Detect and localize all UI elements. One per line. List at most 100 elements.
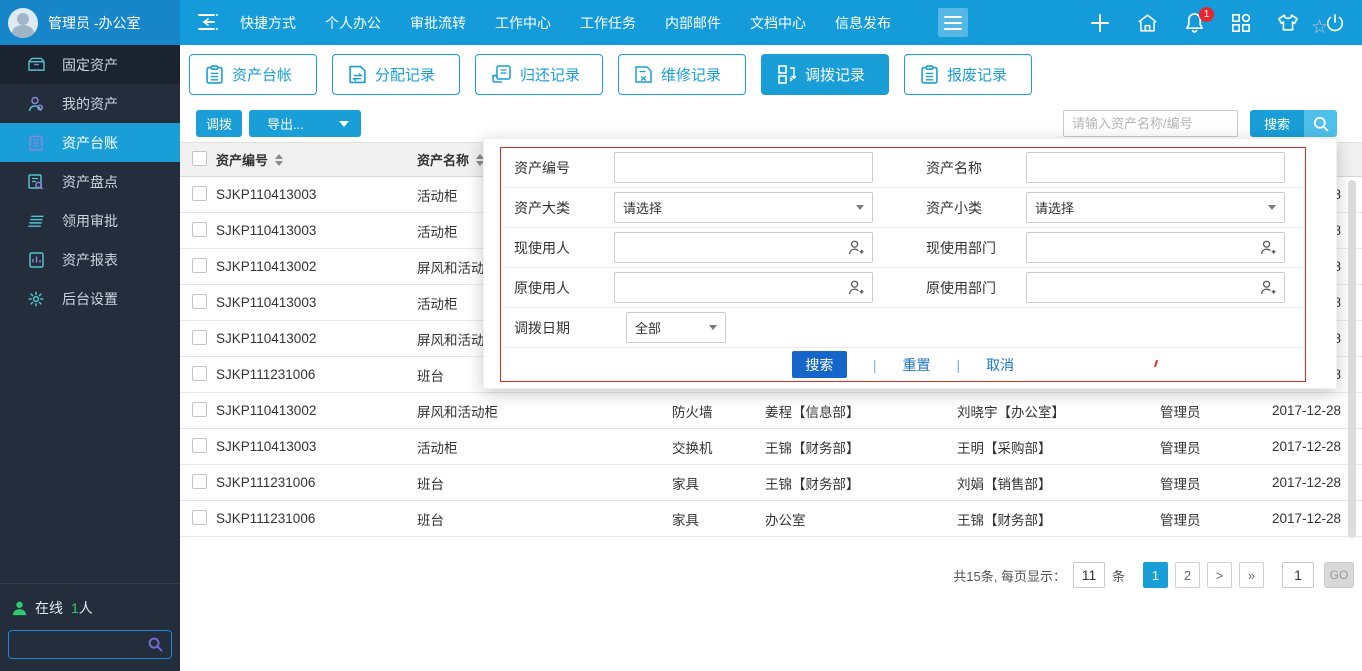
row-checkbox[interactable] xyxy=(192,294,207,309)
cell-original-user: 姜程【信息部】 xyxy=(765,401,957,421)
sidebar-item-requisition-approval[interactable]: 领用审批 xyxy=(0,201,180,240)
row-checkbox[interactable] xyxy=(192,510,207,525)
collapse-menu-icon[interactable] xyxy=(196,11,220,33)
modal-reset-button[interactable]: 重置 xyxy=(903,355,931,375)
cell-asset-name: 班台 xyxy=(417,473,672,493)
asset-name-field[interactable] xyxy=(1026,152,1285,183)
tab-repair-records[interactable]: 维修记录 xyxy=(618,54,746,95)
current-user-field[interactable] xyxy=(614,232,873,263)
user-avatar[interactable] xyxy=(8,8,38,38)
col-header-asset-code[interactable]: 资产编号 xyxy=(216,150,268,169)
go-button[interactable]: GO xyxy=(1324,562,1354,588)
tab-asset-ledger[interactable]: 资产台帐 xyxy=(189,54,317,95)
row-checkbox[interactable] xyxy=(192,330,207,345)
topbar-user-area[interactable]: 管理员 -办公室 xyxy=(0,0,180,45)
original-dept-input[interactable] xyxy=(1035,280,1260,295)
person-add-icon[interactable] xyxy=(1260,280,1276,295)
next-page-button[interactable]: > xyxy=(1207,562,1232,588)
tab-transfer-records[interactable]: 调拨记录 xyxy=(761,54,889,95)
row-checkbox[interactable] xyxy=(192,258,207,273)
transfer-button[interactable]: 调拨 xyxy=(196,110,242,137)
page-button-2[interactable]: 2 xyxy=(1175,562,1200,588)
person-icon xyxy=(27,95,45,113)
apps-icon[interactable] xyxy=(1230,12,1252,34)
plus-icon[interactable] xyxy=(1089,12,1111,34)
modal-cancel-button[interactable]: 取消 xyxy=(986,355,1014,375)
page-button-1[interactable]: 1 xyxy=(1143,562,1168,588)
row-checkbox[interactable] xyxy=(192,222,207,237)
current-dept-field[interactable] xyxy=(1026,232,1285,263)
shirt-icon[interactable] xyxy=(1277,12,1299,34)
home-icon[interactable] xyxy=(1136,12,1158,34)
chevron-down-icon xyxy=(1268,205,1276,210)
export-dropdown-button[interactable]: 导出... xyxy=(249,110,361,137)
original-user-input[interactable] xyxy=(623,280,848,295)
sidebar-item-fixed-assets[interactable]: 固定资产 xyxy=(0,45,180,84)
tab-label: 资产台帐 xyxy=(232,64,292,85)
nav-item-personal-office[interactable]: 个人办公 xyxy=(325,13,381,33)
sidebar-item-asset-inventory[interactable]: 资产盘点 xyxy=(0,162,180,201)
sort-icon[interactable] xyxy=(275,154,283,166)
tab-scrap-records[interactable]: 报废记录 xyxy=(904,54,1032,95)
asset-name-label: 资产名称 xyxy=(926,148,982,188)
nav-item-internal-mail[interactable]: 内部邮件 xyxy=(665,13,721,33)
search-button[interactable]: 搜索 xyxy=(1250,110,1304,137)
asset-name-input[interactable] xyxy=(1035,160,1276,175)
table-row[interactable]: SJKP111231006 班台 家具 办公室 王锦【财务部】 管理员 2017… xyxy=(180,501,1362,537)
modal-search-button[interactable]: 搜索 xyxy=(792,351,847,378)
sidebar-item-label: 资产报表 xyxy=(62,250,118,270)
cell-original-user: 办公室 xyxy=(765,509,957,529)
sidebar-search-icon[interactable] xyxy=(148,637,163,652)
row-checkbox[interactable] xyxy=(192,474,207,489)
select-all-checkbox[interactable] xyxy=(192,151,207,166)
current-dept-input[interactable] xyxy=(1035,240,1260,255)
asset-code-label: 资产编号 xyxy=(514,148,570,188)
original-dept-field[interactable] xyxy=(1026,272,1285,303)
nav-item-info-publish[interactable]: 信息发布 xyxy=(835,13,891,33)
cell-current-user: 刘娟【销售部】 xyxy=(957,473,1160,493)
row-checkbox[interactable] xyxy=(192,366,207,381)
sidebar-search-input[interactable] xyxy=(9,637,148,652)
table-row[interactable]: SJKP110413003 活动柜 交换机 王锦【财务部】 王明【采购部】 管理… xyxy=(180,429,1362,465)
transfer-date-select[interactable]: 全部 xyxy=(626,312,726,343)
sidebar-item-backend-settings[interactable]: 后台设置 xyxy=(0,279,180,318)
last-page-button[interactable]: » xyxy=(1239,562,1264,588)
nav-item-document-center[interactable]: 文档中心 xyxy=(750,13,806,33)
row-checkbox[interactable] xyxy=(192,186,207,201)
asset-code-input[interactable] xyxy=(623,160,864,175)
minor-class-select[interactable]: 请选择 xyxy=(1026,192,1285,223)
nav-item-work-tasks[interactable]: 工作任务 xyxy=(580,13,636,33)
sidebar-item-asset-reports[interactable]: 资产报表 xyxy=(0,240,180,279)
nav-item-approval-flow[interactable]: 审批流转 xyxy=(410,13,466,33)
person-add-icon[interactable] xyxy=(1260,240,1276,255)
sidebar-item-my-assets[interactable]: 我的资产 xyxy=(0,84,180,123)
chevron-down-icon xyxy=(856,205,864,210)
col-header-asset-name[interactable]: 资产名称 xyxy=(417,150,469,169)
current-user-input[interactable] xyxy=(623,240,848,255)
original-user-field[interactable] xyxy=(614,272,873,303)
row-checkbox[interactable] xyxy=(192,402,207,417)
major-class-select[interactable]: 请选择 xyxy=(614,192,873,223)
table-scrollbar[interactable] xyxy=(1348,180,1356,538)
search-icon-button[interactable] xyxy=(1304,110,1337,137)
goto-page-input[interactable] xyxy=(1282,562,1314,588)
nav-item-work-center[interactable]: 工作中心 xyxy=(495,13,551,33)
tab-allocation-records[interactable]: 分配记录 xyxy=(332,54,460,95)
hamburger-icon[interactable] xyxy=(938,8,968,37)
asset-code-field[interactable] xyxy=(614,152,873,183)
asset-search-input[interactable] xyxy=(1063,110,1238,137)
tab-return-records[interactable]: 归还记录 xyxy=(475,54,603,95)
bell-icon[interactable]: 1 xyxy=(1183,12,1205,34)
per-page-input[interactable] xyxy=(1073,562,1105,588)
sidebar-item-asset-ledger[interactable]: 资产台账 xyxy=(0,123,180,162)
major-class-label: 资产大类 xyxy=(514,188,570,228)
cell-asset-code: SJKP110413002 xyxy=(216,403,417,418)
nav-item-shortcuts[interactable]: 快捷方式 xyxy=(240,13,296,33)
person-add-icon[interactable] xyxy=(848,280,864,295)
table-row[interactable]: SJKP111231006 班台 家具 王锦【财务部】 刘娟【销售部】 管理员 … xyxy=(180,465,1362,501)
person-add-icon[interactable] xyxy=(848,240,864,255)
table-row[interactable]: SJKP110413002 屏风和活动柜 防火墙 姜程【信息部】 刘晓宇【办公室… xyxy=(180,393,1362,429)
row-checkbox[interactable] xyxy=(192,438,207,453)
favorite-star-icon[interactable]: ☆ xyxy=(1311,16,1328,39)
online-unit: 人 xyxy=(79,600,93,616)
